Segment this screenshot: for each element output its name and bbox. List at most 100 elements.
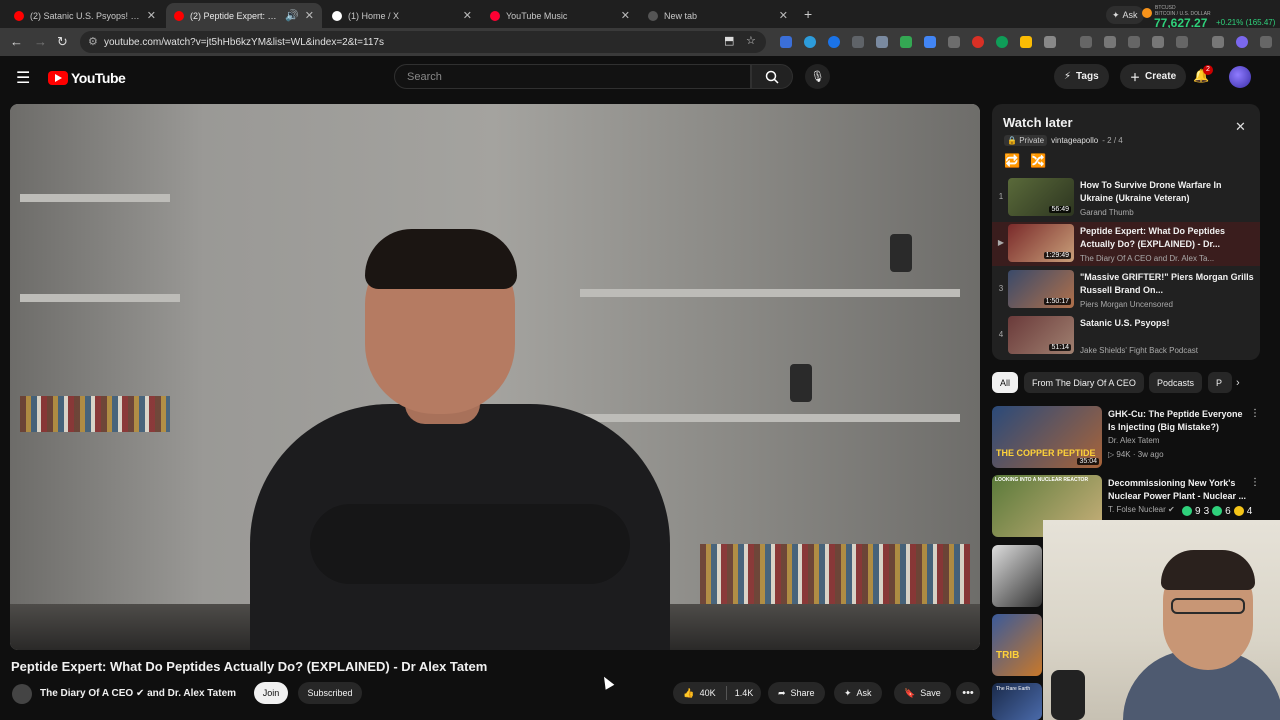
video-thumbnail[interactable]: TRIB bbox=[992, 614, 1042, 676]
reload-icon[interactable]: ↻ bbox=[57, 34, 68, 50]
tags-button[interactable]: ⚡ Tags bbox=[1054, 64, 1109, 89]
video-thumbnail[interactable]: THE COPPER PEPTIDE 35:04 bbox=[992, 406, 1102, 468]
zoom-icon[interactable] bbox=[1176, 36, 1188, 48]
chip-all[interactable]: All bbox=[992, 372, 1019, 393]
hamburger-menu-icon[interactable]: ☰ bbox=[16, 68, 30, 88]
save-button[interactable]: 🔖 Save bbox=[894, 682, 951, 704]
play-icon bbox=[1212, 506, 1223, 516]
share-arrow-icon: ➦ bbox=[778, 687, 786, 698]
search-button[interactable] bbox=[751, 64, 793, 89]
youtube-logo[interactable]: YouTube bbox=[48, 70, 126, 86]
site-info-icon[interactable]: ⚙ bbox=[88, 35, 98, 48]
extension-icon[interactable] bbox=[900, 36, 912, 48]
browser-tab[interactable]: (1) Home / X ✕ bbox=[324, 3, 480, 28]
extension-icon[interactable] bbox=[1152, 36, 1164, 48]
close-tab-icon[interactable]: ✕ bbox=[305, 9, 314, 22]
youtube-header: ☰ YouTube Search 🎙 ⚡ Tags ＋ Create 🔔 2 bbox=[0, 56, 1280, 100]
menu-icon[interactable] bbox=[1260, 36, 1272, 48]
close-tab-icon[interactable]: ✕ bbox=[463, 9, 472, 22]
join-button[interactable]: Join bbox=[254, 682, 288, 704]
close-tab-icon[interactable]: ✕ bbox=[621, 9, 630, 22]
extension-icon[interactable] bbox=[948, 36, 960, 48]
download-icon[interactable] bbox=[1212, 36, 1224, 48]
like-button[interactable]: 👍 40K bbox=[673, 686, 727, 700]
extension-icon[interactable] bbox=[972, 36, 984, 48]
item-channel: Garand Thumb bbox=[1080, 208, 1134, 217]
close-tab-icon[interactable]: ✕ bbox=[147, 9, 156, 22]
more-options-icon[interactable]: ⋮ bbox=[1250, 477, 1260, 488]
more-options-icon[interactable]: ⋮ bbox=[1250, 408, 1260, 419]
playlist-owner[interactable]: vintageapollo bbox=[1051, 136, 1098, 145]
chip-from-channel[interactable]: From The Diary Of A CEO bbox=[1024, 372, 1144, 393]
extension-icon[interactable] bbox=[804, 36, 816, 48]
extensions-puzzle-icon[interactable] bbox=[1044, 36, 1056, 48]
chip-podcasts[interactable]: Podcasts bbox=[1149, 372, 1203, 393]
extension-icon[interactable] bbox=[996, 36, 1008, 48]
extension-icon[interactable] bbox=[852, 36, 864, 48]
video-thumbnail[interactable] bbox=[992, 545, 1042, 607]
voice-search-button[interactable]: 🎙 bbox=[805, 64, 830, 89]
channel-name[interactable]: The Diary Of A CEO ✔ and Dr. Alex Tatem bbox=[40, 688, 236, 699]
video-thumbnail[interactable]: 1:29:49 bbox=[1008, 224, 1074, 262]
back-arrow-icon[interactable]: ← bbox=[10, 34, 23, 49]
chip-partial[interactable]: P bbox=[1208, 372, 1232, 393]
btc-ticker-widget[interactable]: ✦ Ask BTCUSD BITCOIN / U.S. DOLLAR 77,627.… bbox=[1104, 2, 1280, 30]
extension-icon[interactable] bbox=[828, 36, 840, 48]
extension-icon[interactable] bbox=[924, 36, 936, 48]
video-thumbnail[interactable]: 56:49 bbox=[1008, 178, 1074, 216]
bookmark-star-icon[interactable]: ☆ bbox=[746, 34, 756, 47]
ask-button[interactable]: ✦ Ask bbox=[1106, 6, 1144, 24]
browser-tab[interactable]: New tab ✕ bbox=[640, 3, 796, 28]
more-actions-button[interactable]: ••• bbox=[956, 682, 980, 704]
video-thumbnail[interactable]: 51:14 bbox=[1008, 316, 1074, 354]
video-thumbnail[interactable]: 1:50:17 bbox=[1008, 270, 1074, 308]
video-thumbnail[interactable]: The Rare Earth bbox=[992, 683, 1042, 720]
tab-title: (2) Satanic U.S. Psyops! - YouTube bbox=[30, 10, 141, 21]
dislike-button[interactable]: 1.4K bbox=[727, 688, 761, 698]
browser-tab-active[interactable]: (2) Peptide Expert: What Do Peptides 🔊 ✕ bbox=[166, 3, 322, 28]
plus-icon: ＋ bbox=[1130, 73, 1140, 84]
sparkle-icon: ✦ bbox=[1112, 9, 1120, 20]
account-avatar[interactable] bbox=[1229, 66, 1251, 88]
install-icon[interactable]: ⬒ bbox=[724, 34, 734, 47]
create-button[interactable]: ＋ Create bbox=[1120, 64, 1187, 89]
address-bar[interactable]: ⚙ youtube.com/watch?v=jt5hHb6kzYM&list=W… bbox=[80, 31, 766, 53]
playlist-title[interactable]: Watch later bbox=[1003, 115, 1073, 130]
subscribed-button[interactable]: Subscribed bbox=[298, 682, 362, 704]
new-tab-plus-icon[interactable]: + bbox=[804, 6, 812, 22]
browser-tab[interactable]: (2) Satanic U.S. Psyops! - YouTube ✕ bbox=[6, 3, 164, 28]
channel-name[interactable]: Dr. Alex Tatem bbox=[1108, 436, 1159, 445]
playlist-item[interactable]: 3 1:50:17 "Massive GRIFTER!" Piers Morga… bbox=[992, 268, 1260, 312]
history-icon[interactable] bbox=[1080, 36, 1092, 48]
search-input[interactable]: Search bbox=[394, 64, 751, 89]
playlist-item[interactable]: 4 51:14 Satanic U.S. Psyops! Jake Shield… bbox=[992, 314, 1260, 358]
playlist-item-current[interactable]: ▶ 1:29:49 Peptide Expert: What Do Peptid… bbox=[992, 222, 1260, 266]
url-text: youtube.com/watch?v=jt5hHb6kzYM&list=WL&… bbox=[104, 36, 384, 48]
item-title: How To Survive Drone Warfare In Ukraine … bbox=[1080, 180, 1222, 203]
share-button[interactable]: ➦ Share bbox=[768, 682, 825, 704]
shuffle-icon[interactable]: 🔀 bbox=[1030, 153, 1046, 169]
close-icon[interactable]: ✕ bbox=[1235, 119, 1246, 135]
extension-icon[interactable] bbox=[1020, 36, 1032, 48]
channel-avatar[interactable] bbox=[12, 684, 32, 704]
extension-icon[interactable] bbox=[1104, 36, 1116, 48]
recommended-video[interactable]: THE COPPER PEPTIDE 35:04 GHK-Cu: The Pep… bbox=[992, 406, 1260, 470]
chevron-right-icon[interactable]: › bbox=[1236, 377, 1240, 389]
extension-icon[interactable] bbox=[876, 36, 888, 48]
speaker-icon[interactable]: 🔊 bbox=[285, 9, 299, 22]
ticker-value: 3 bbox=[1203, 505, 1210, 517]
loop-icon[interactable]: 🔁 bbox=[1004, 153, 1020, 169]
video-player[interactable] bbox=[10, 104, 980, 650]
browser-tab[interactable]: YouTube Music ✕ bbox=[482, 3, 638, 28]
close-tab-icon[interactable]: ✕ bbox=[779, 9, 788, 22]
forward-arrow-icon[interactable]: → bbox=[34, 34, 47, 49]
playlist-item[interactable]: 1 56:49 How To Survive Drone Warfare In … bbox=[992, 176, 1260, 220]
shelf bbox=[580, 414, 960, 422]
profile-icon[interactable] bbox=[1236, 36, 1248, 48]
channel-name[interactable]: T. Folse Nuclear ✔ bbox=[1108, 505, 1175, 514]
lantern bbox=[890, 234, 912, 272]
devtools-icon[interactable] bbox=[1128, 36, 1140, 48]
extension-icon[interactable] bbox=[780, 36, 792, 48]
ask-button[interactable]: ✦ Ask bbox=[834, 682, 882, 704]
lantern bbox=[790, 364, 812, 402]
